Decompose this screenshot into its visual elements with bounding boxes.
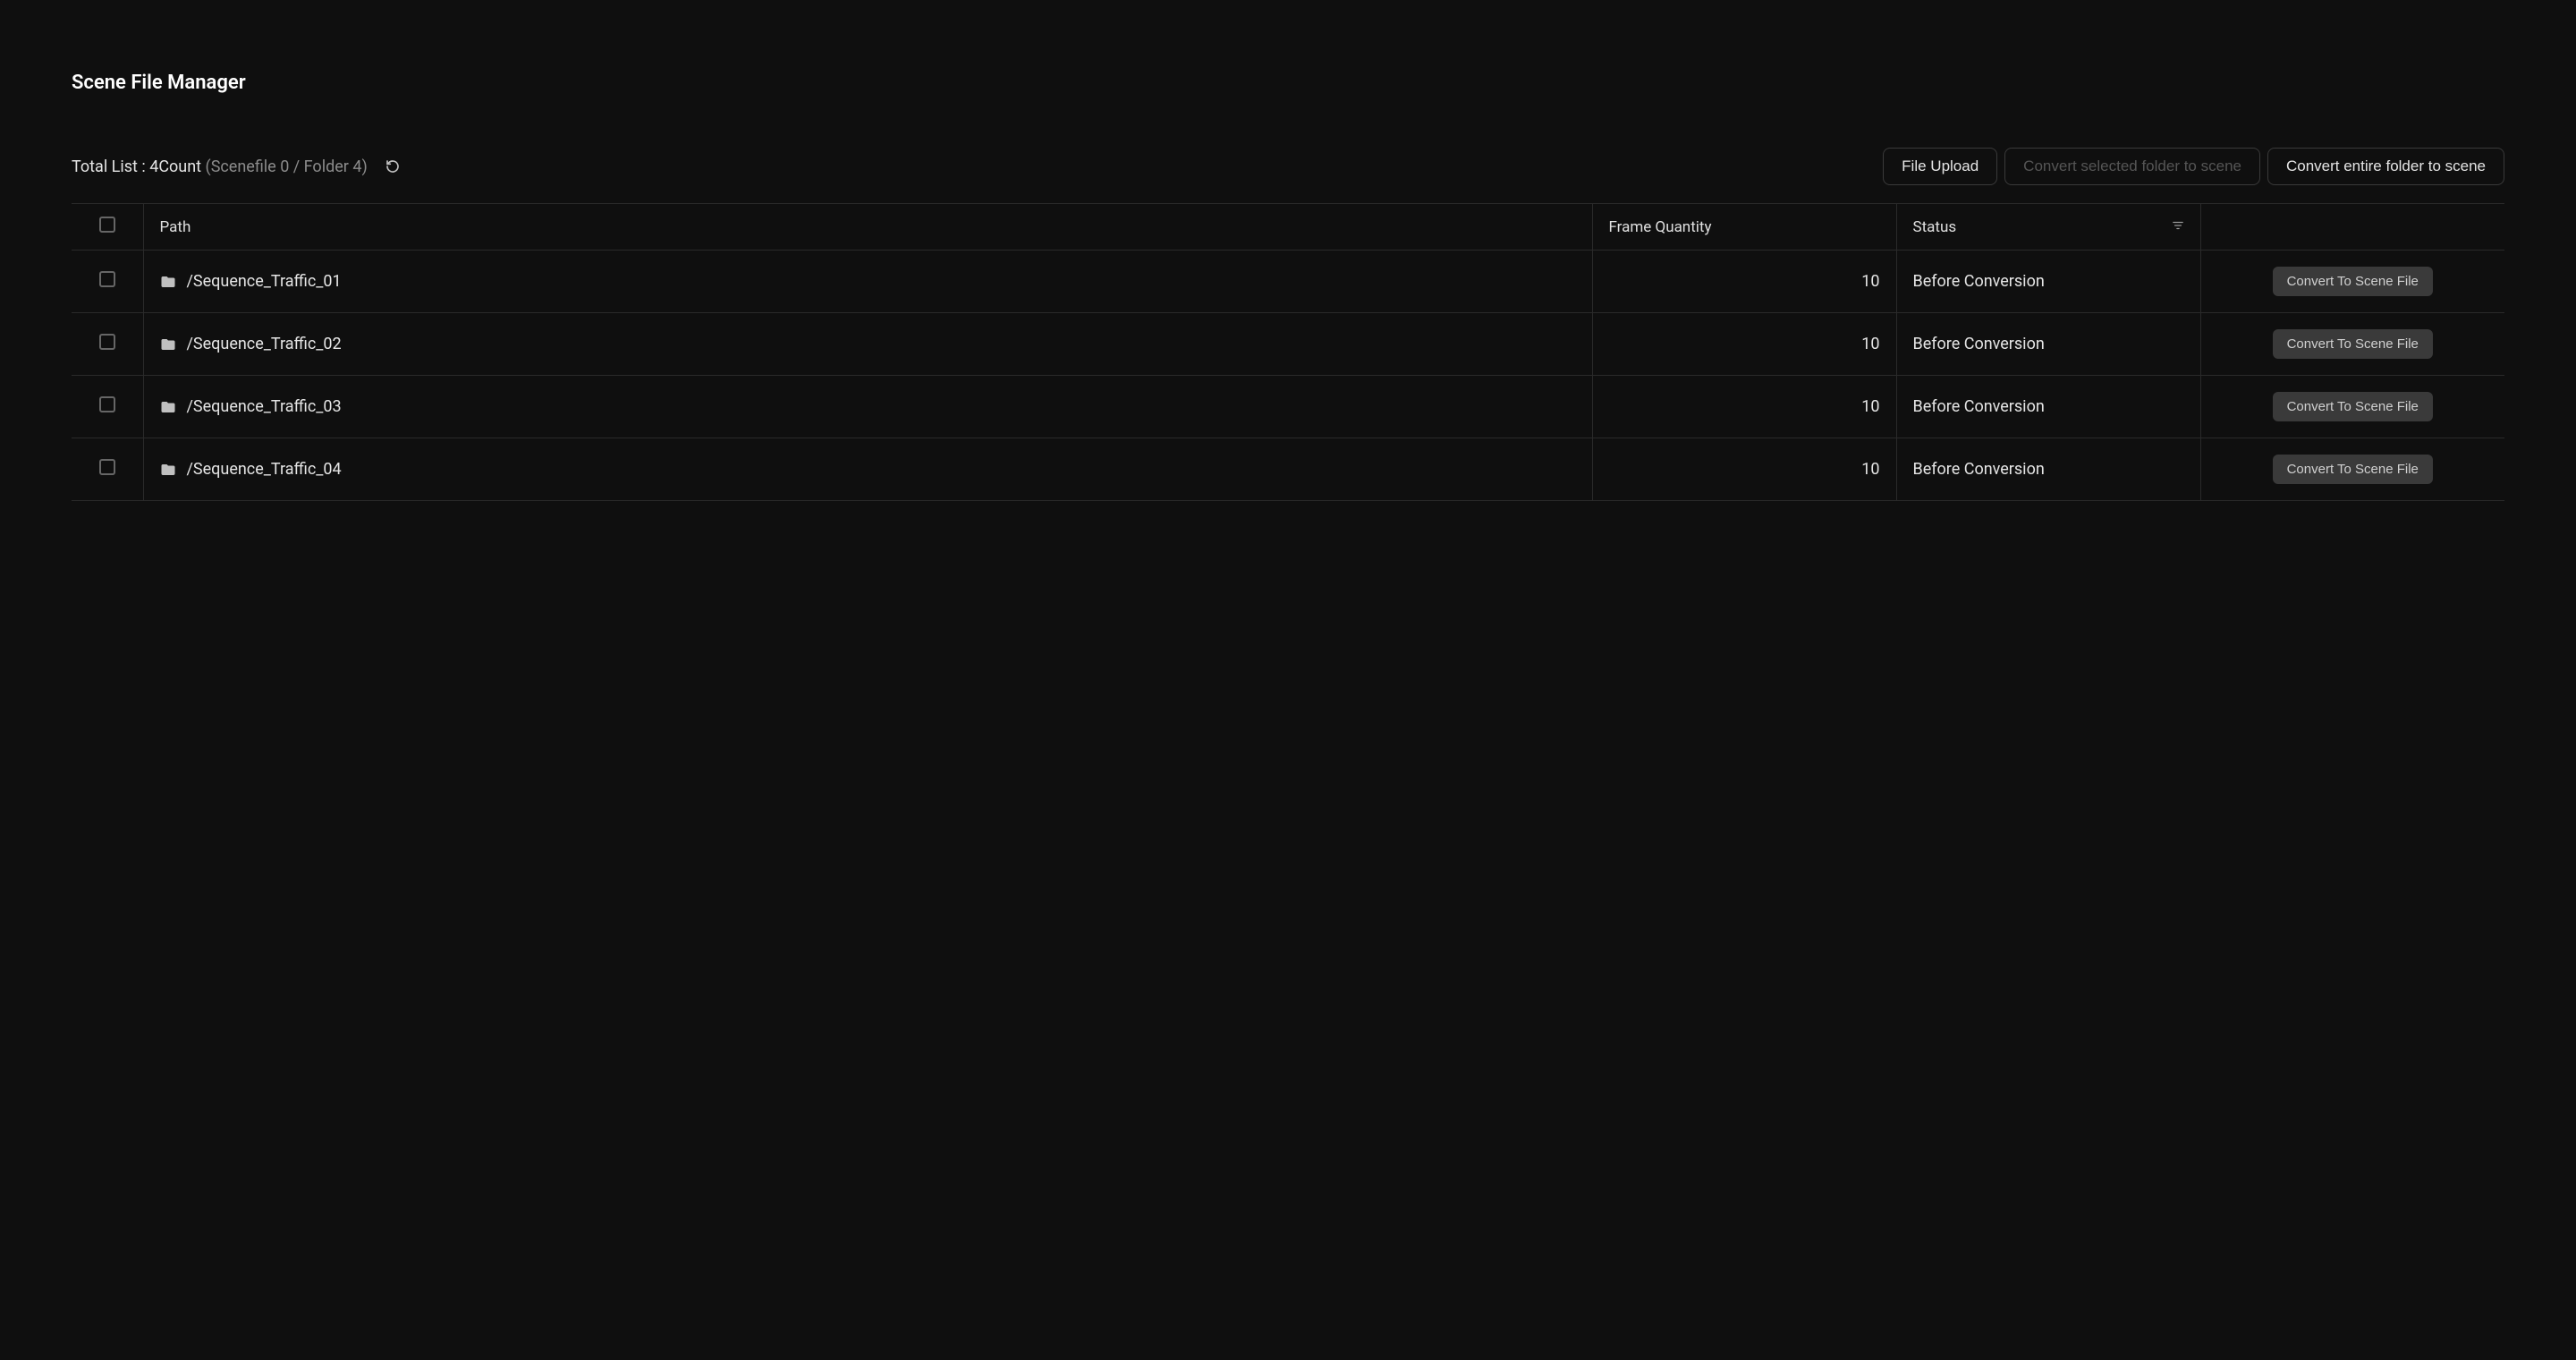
row-path-text: /Sequence_Traffic_03 [187, 397, 342, 416]
header-status-label: Status [1913, 218, 1957, 236]
file-upload-button[interactable]: File Upload [1883, 148, 1997, 185]
row-path-text: /Sequence_Traffic_02 [187, 335, 342, 353]
row-checkbox[interactable] [99, 459, 115, 475]
row-status: Before Conversion [1896, 376, 2200, 438]
total-count: 4 [149, 157, 158, 176]
row-action-cell: Convert To Scene File [2200, 313, 2504, 376]
table-row: /Sequence_Traffic_01 10Before Conversion C… [72, 251, 2504, 313]
file-table: Path Frame Quantity Status [72, 203, 2504, 501]
row-checkbox-cell [72, 251, 143, 313]
convert-to-scene-file-button[interactable]: Convert To Scene File [2273, 329, 2433, 359]
table-row: /Sequence_Traffic_04 10Before Conversion C… [72, 438, 2504, 501]
page-container: Scene File Manager Total List : 4Count (… [72, 72, 2504, 501]
row-checkbox-cell [72, 376, 143, 438]
header-checkbox-cell [72, 204, 143, 251]
row-checkbox[interactable] [99, 334, 115, 350]
row-checkbox[interactable] [99, 396, 115, 412]
select-all-checkbox[interactable] [99, 217, 115, 233]
total-list-label: Total List : 4Count (Scenefile 0 / Folde… [72, 157, 368, 176]
header-status: Status [1896, 204, 2200, 251]
row-path-cell: /Sequence_Traffic_01 [143, 251, 1592, 313]
row-path-cell: /Sequence_Traffic_02 [143, 313, 1592, 376]
count-detail: (Scenefile 0 / Folder 4) [206, 157, 368, 176]
row-status: Before Conversion [1896, 251, 2200, 313]
folder-icon [160, 274, 176, 290]
row-checkbox-cell [72, 438, 143, 501]
folder-icon [160, 399, 176, 415]
convert-to-scene-file-button[interactable]: Convert To Scene File [2273, 267, 2433, 296]
row-action-cell: Convert To Scene File [2200, 438, 2504, 501]
header-actions [2200, 204, 2504, 251]
folder-icon [160, 336, 176, 353]
row-frame-quantity: 10 [1592, 313, 1896, 376]
convert-entire-button[interactable]: Convert entire folder to scene [2267, 148, 2504, 185]
header-frame-quantity: Frame Quantity [1592, 204, 1896, 251]
convert-to-scene-file-button[interactable]: Convert To Scene File [2273, 455, 2433, 484]
row-path[interactable]: /Sequence_Traffic_02 [160, 335, 1576, 353]
convert-to-scene-file-button[interactable]: Convert To Scene File [2273, 392, 2433, 421]
row-action-cell: Convert To Scene File [2200, 251, 2504, 313]
folder-icon [160, 462, 176, 478]
row-path[interactable]: /Sequence_Traffic_03 [160, 397, 1576, 416]
row-path-cell: /Sequence_Traffic_03 [143, 376, 1592, 438]
row-frame-quantity: 10 [1592, 438, 1896, 501]
row-path-cell: /Sequence_Traffic_04 [143, 438, 1592, 501]
row-path[interactable]: /Sequence_Traffic_04 [160, 460, 1576, 479]
row-frame-quantity: 10 [1592, 376, 1896, 438]
row-path-text: /Sequence_Traffic_04 [187, 460, 342, 479]
row-checkbox[interactable] [99, 271, 115, 287]
row-status: Before Conversion [1896, 313, 2200, 376]
row-path[interactable]: /Sequence_Traffic_01 [160, 272, 1576, 291]
page-header: Scene File Manager [72, 72, 2504, 94]
table-header-row: Path Frame Quantity Status [72, 204, 2504, 251]
table-row: /Sequence_Traffic_02 10Before Conversion C… [72, 313, 2504, 376]
toolbar-right: File Upload Convert selected folder to s… [1883, 148, 2504, 185]
table-row: /Sequence_Traffic_03 10Before Conversion C… [72, 376, 2504, 438]
toolbar: Total List : 4Count (Scenefile 0 / Folde… [72, 148, 2504, 185]
row-checkbox-cell [72, 313, 143, 376]
refresh-icon[interactable] [386, 159, 400, 174]
page-title: Scene File Manager [72, 72, 2504, 94]
total-list-prefix: Total List : [72, 157, 149, 176]
toolbar-left: Total List : 4Count (Scenefile 0 / Folde… [72, 157, 400, 176]
row-action-cell: Convert To Scene File [2200, 376, 2504, 438]
count-suffix: Count [158, 157, 201, 176]
row-path-text: /Sequence_Traffic_01 [187, 272, 342, 291]
row-frame-quantity: 10 [1592, 251, 1896, 313]
filter-icon[interactable] [2172, 218, 2184, 236]
header-path: Path [143, 204, 1592, 251]
convert-selected-button[interactable]: Convert selected folder to scene [2004, 148, 2260, 185]
row-status: Before Conversion [1896, 438, 2200, 501]
